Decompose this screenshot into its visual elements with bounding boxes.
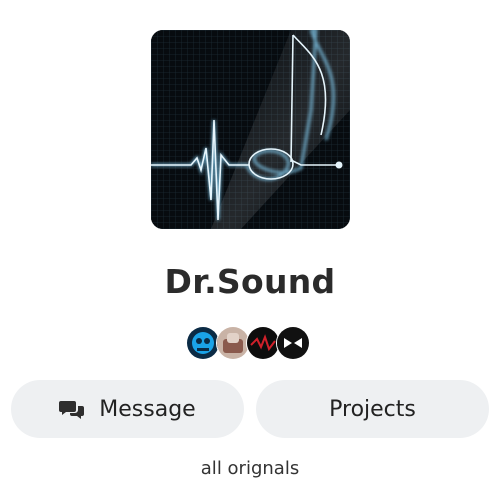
message-button-label: Message <box>99 396 196 422</box>
heartbeat-music-note-art <box>151 30 350 229</box>
projects-button-label: Projects <box>329 396 416 422</box>
collaborator-avatars[interactable] <box>186 326 310 360</box>
message-button[interactable]: Message <box>11 380 244 438</box>
avatar[interactable] <box>276 326 310 360</box>
avatar[interactable] <box>186 326 220 360</box>
profile-bio: all orignals <box>200 458 300 479</box>
profile-name: Dr.Sound <box>164 262 336 301</box>
profile-cover-image[interactable] <box>151 30 350 229</box>
chat-bubbles-icon <box>59 398 85 420</box>
projects-button[interactable]: Projects <box>256 380 489 438</box>
avatar[interactable] <box>216 326 250 360</box>
avatar[interactable] <box>246 326 280 360</box>
